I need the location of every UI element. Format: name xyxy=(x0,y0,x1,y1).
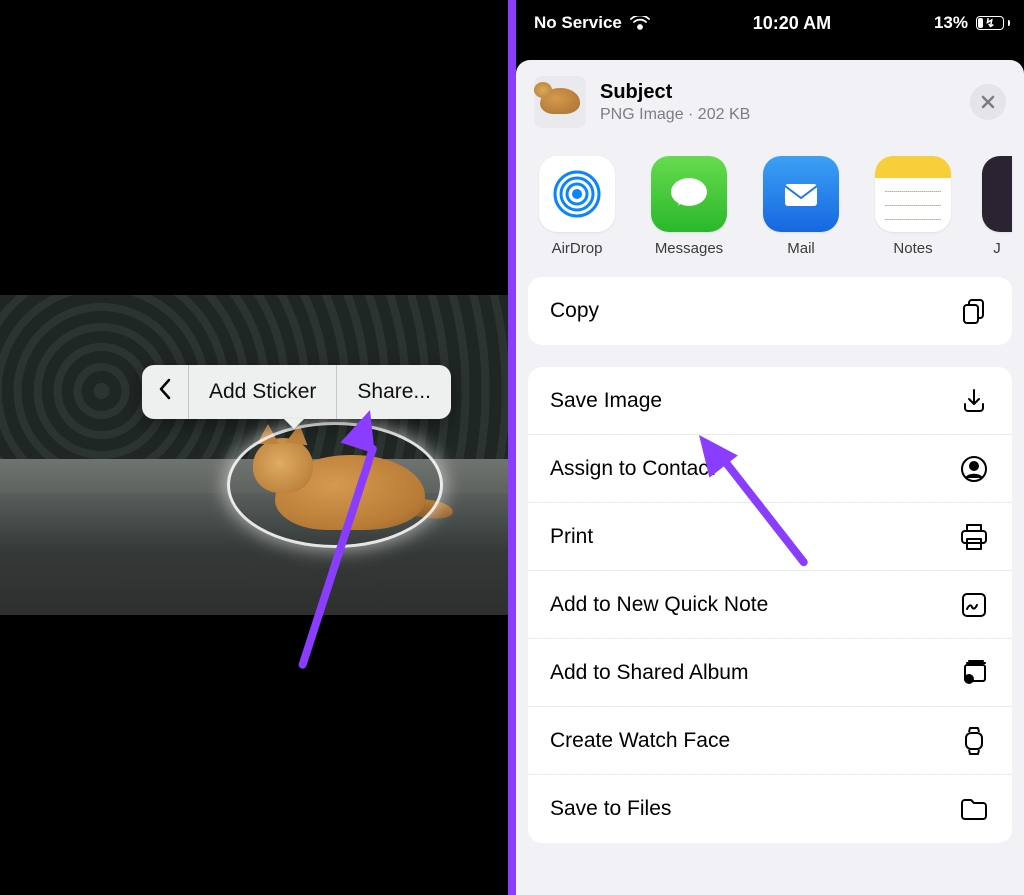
add-to-shared-album-button[interactable]: Add to Shared Album xyxy=(528,639,1012,707)
share-subtitle: PNG Image · 202 KB xyxy=(600,106,956,124)
copy-icon xyxy=(958,295,990,327)
share-app-partial[interactable]: J xyxy=(982,156,1012,257)
action-label: Create Watch Face xyxy=(550,729,730,753)
time-label: 10:20 AM xyxy=(753,13,831,34)
messages-icon xyxy=(651,156,727,232)
carrier-label: No Service xyxy=(534,13,622,33)
quicknote-icon xyxy=(958,589,990,621)
left-panel-photo-viewer: Add Sticker Share... xyxy=(0,0,508,895)
share-app-airdrop[interactable]: AirDrop xyxy=(534,156,620,257)
app-label: Messages xyxy=(655,240,723,257)
wifi-icon xyxy=(630,16,650,30)
app-label: AirDrop xyxy=(552,240,603,257)
share-sheet: Subject PNG Image · 202 KB xyxy=(516,60,1024,895)
subject-thumbnail[interactable] xyxy=(534,76,586,128)
chevron-left-icon xyxy=(158,378,172,406)
download-icon xyxy=(958,385,990,417)
share-app-mail[interactable]: Mail xyxy=(758,156,844,257)
context-item-label: Share... xyxy=(357,380,431,404)
print-icon xyxy=(958,521,990,553)
close-button[interactable] xyxy=(970,84,1006,120)
share-app-notes[interactable]: Notes xyxy=(870,156,956,257)
photo-subject-cat[interactable] xyxy=(235,430,435,540)
share-title: Subject xyxy=(600,81,956,104)
airdrop-icon xyxy=(539,156,615,232)
save-to-files-button[interactable]: Save to Files xyxy=(528,775,1012,843)
folder-icon xyxy=(958,793,990,825)
action-group-copy: Copy xyxy=(528,277,1012,345)
context-menu-tail xyxy=(284,419,304,429)
mail-icon xyxy=(763,156,839,232)
print-button[interactable]: Print xyxy=(528,503,1012,571)
context-menu: Add Sticker Share... xyxy=(142,365,451,419)
action-label: Add to New Quick Note xyxy=(550,593,768,617)
context-item-label: Add Sticker xyxy=(209,380,316,404)
share-app-row[interactable]: AirDrop Messages Mail xyxy=(516,146,1024,277)
charging-bolt-icon: ↯ xyxy=(985,16,995,30)
contact-icon xyxy=(958,453,990,485)
action-label: Assign to Contact xyxy=(550,457,715,481)
save-image-button[interactable]: Save Image xyxy=(528,367,1012,435)
status-bar: No Service 10:20 AM 13% ↯ xyxy=(516,0,1024,46)
action-label: Save Image xyxy=(550,389,662,413)
action-label: Print xyxy=(550,525,593,549)
sharedalbum-icon xyxy=(958,657,990,689)
action-label: Add to Shared Album xyxy=(550,661,748,685)
assign-to-contact-button[interactable]: Assign to Contact xyxy=(528,435,1012,503)
notes-icon xyxy=(875,156,951,232)
app-label: Notes xyxy=(893,240,932,257)
app-label: J xyxy=(993,240,1001,257)
app-icon-partial xyxy=(982,156,1012,232)
add-to-quick-note-button[interactable]: Add to New Quick Note xyxy=(528,571,1012,639)
share-button[interactable]: Share... xyxy=(337,365,451,419)
close-icon xyxy=(980,94,996,110)
action-group-main: Save Image Assign to Contact xyxy=(528,367,1012,843)
right-panel-share-sheet: No Service 10:20 AM 13% ↯ xyxy=(516,0,1024,895)
app-label: Mail xyxy=(787,240,815,257)
action-label: Save to Files xyxy=(550,797,671,821)
create-watch-face-button[interactable]: Create Watch Face xyxy=(528,707,1012,775)
share-sheet-header: Subject PNG Image · 202 KB xyxy=(516,60,1024,146)
add-sticker-button[interactable]: Add Sticker xyxy=(189,365,337,419)
action-label: Copy xyxy=(550,299,599,323)
share-app-messages[interactable]: Messages xyxy=(646,156,732,257)
panel-divider xyxy=(508,0,516,895)
battery-icon: ↯ xyxy=(976,16,1010,30)
photo-area[interactable] xyxy=(0,295,508,615)
watch-icon xyxy=(958,725,990,757)
copy-button[interactable]: Copy xyxy=(528,277,1012,345)
battery-percent: 13% xyxy=(934,13,968,33)
context-menu-back-button[interactable] xyxy=(142,365,189,419)
